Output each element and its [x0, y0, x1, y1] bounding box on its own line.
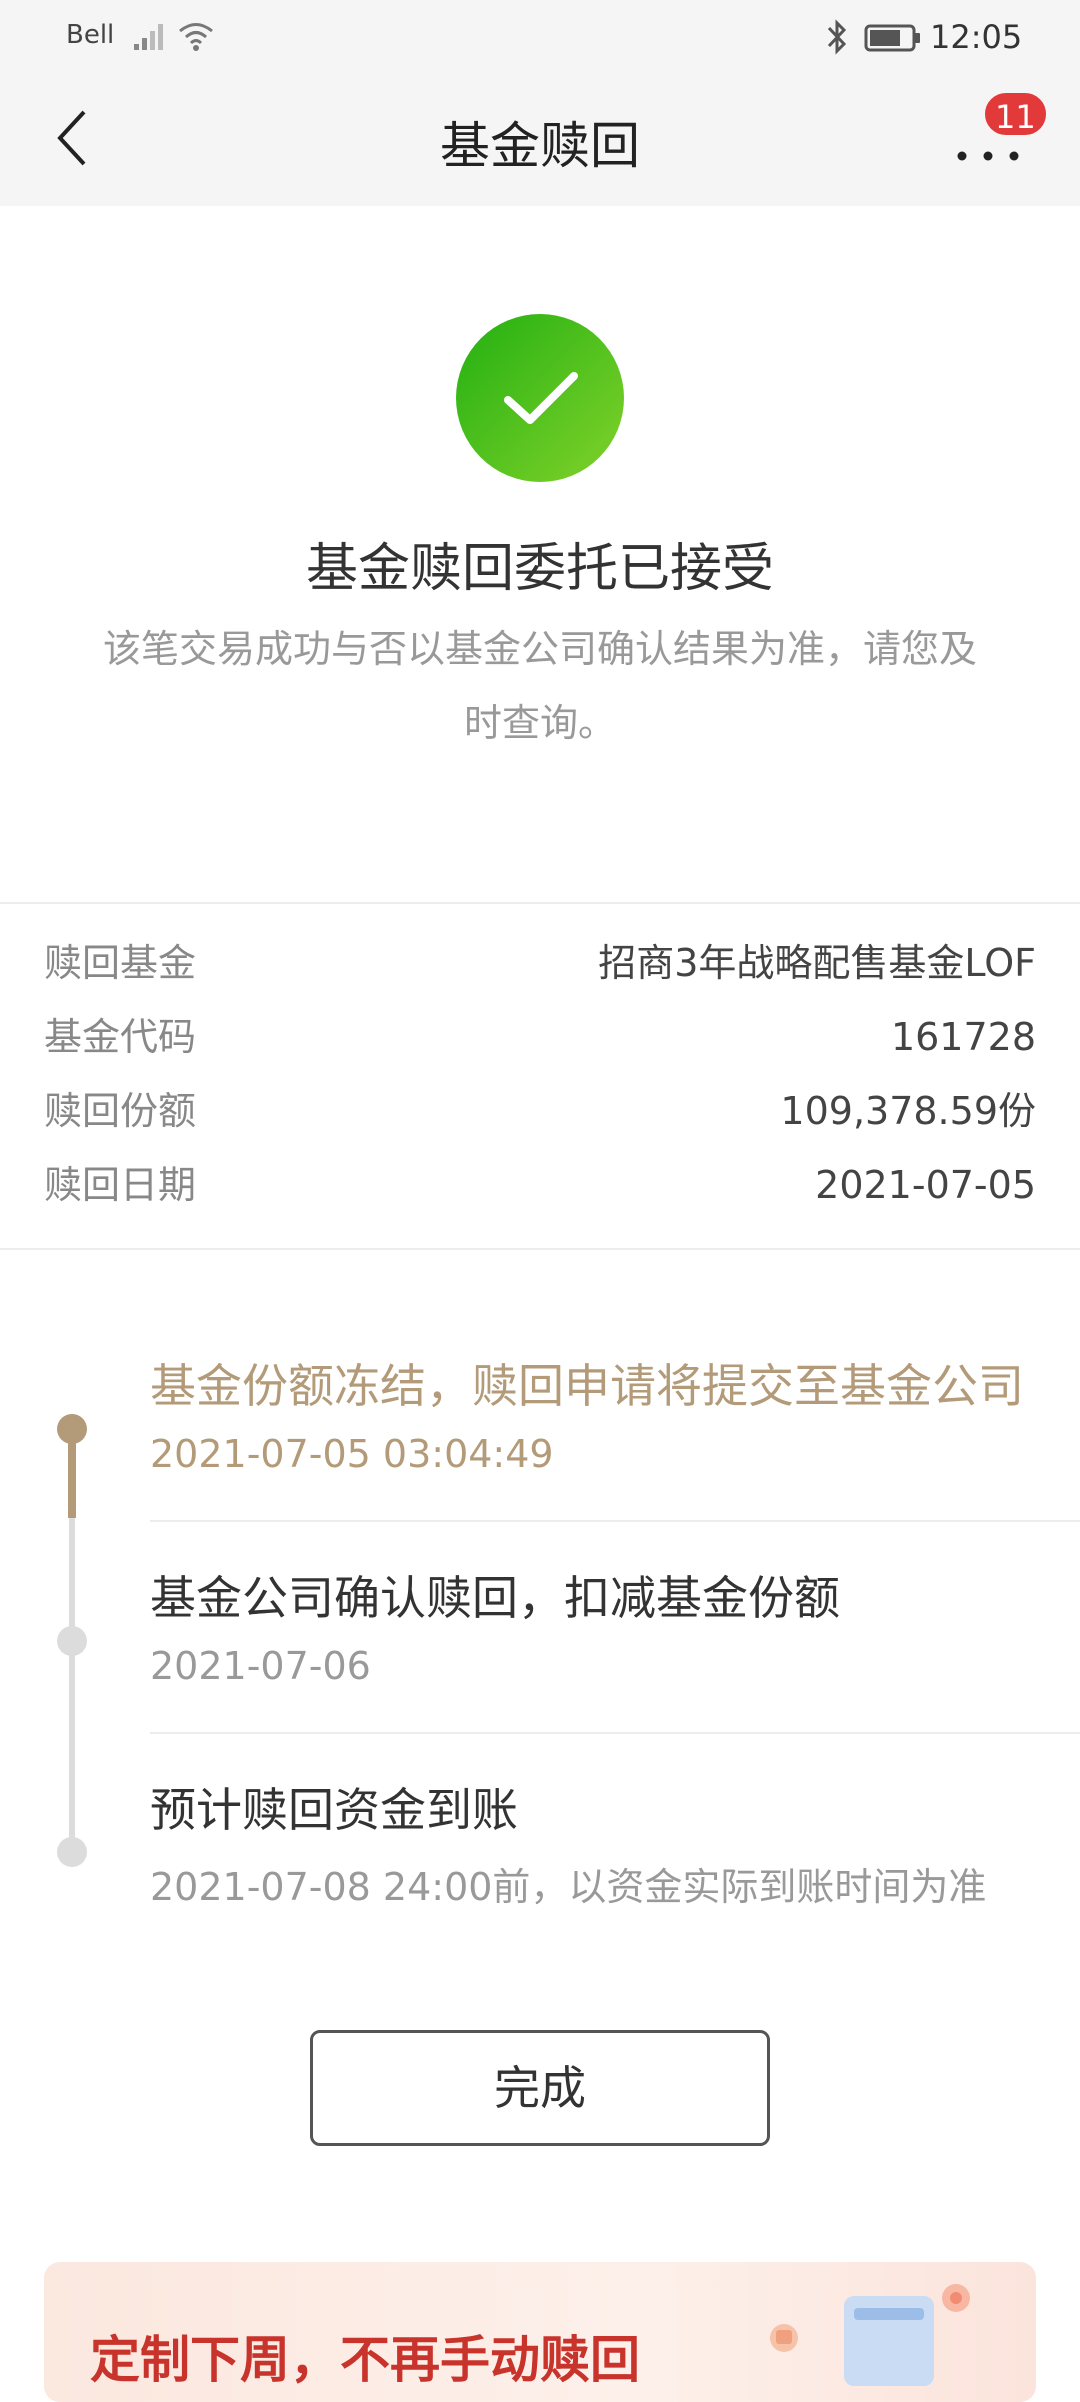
wifi-icon: [179, 23, 213, 51]
bluetooth-icon: [827, 19, 847, 55]
check-circle-icon: [456, 314, 624, 482]
divider: [0, 902, 1080, 904]
notification-badge: 11: [982, 90, 1049, 138]
timeline-dot-done: [57, 1414, 87, 1444]
detail-value: 2021-07-05: [815, 1163, 1036, 1207]
detail-value: 招商3年战略配售基金LOF: [598, 941, 1036, 985]
banner-illustration-icon: [770, 2284, 970, 2386]
result-title: 基金赎回委托已接受: [305, 539, 774, 599]
timeline-dot-pending: [57, 1837, 87, 1867]
detail-value: 109,378.59份: [780, 1089, 1036, 1133]
timeline-step-time: 2021-07-06: [150, 1644, 371, 1688]
timeline-separator: [150, 1732, 1080, 1734]
status-bar: Bell 12:05: [0, 0, 1080, 76]
top-bar: Bell 12:05 基金赎回: [0, 0, 1080, 206]
title-bar: 基金赎回: [0, 76, 1080, 206]
timeline-step-time: 2021-07-08 24:00前，以资金实际到账时间为准: [150, 1865, 987, 1909]
divider: [0, 1248, 1080, 1250]
timeline-step-time: 2021-07-05 03:04:49: [150, 1432, 554, 1476]
timeline-separator: [150, 1520, 1080, 1522]
detail-row-code: 基金代码 161728: [44, 1000, 1036, 1074]
detail-label: 赎回日期: [44, 1163, 197, 1207]
result-description: 该笔交易成功与否以基金公司确认结果为准，请您及时查询。: [102, 627, 977, 745]
finish-button[interactable]: 完成: [310, 2030, 770, 2146]
page-title: 基金赎回: [440, 117, 640, 175]
banner-text: 定制下周，不再手动赎回: [90, 2331, 640, 2389]
detail-value: 161728: [890, 1015, 1036, 1059]
detail-label: 赎回份额: [44, 1089, 197, 1133]
timeline-step-title: 基金份额冻结，赎回申请将提交至基金公司: [150, 1359, 1024, 1413]
detail-label: 赎回基金: [44, 941, 197, 985]
timeline-step-title: 预计赎回资金到账: [150, 1783, 518, 1837]
detail-label: 基金代码: [44, 1015, 197, 1059]
battery-icon: [864, 24, 920, 52]
timeline-line: [69, 1518, 75, 1852]
timeline-dot-pending: [57, 1626, 87, 1656]
signal-icon: [134, 24, 163, 50]
timeline-step-title: 基金公司确认赎回，扣减基金份额: [150, 1571, 840, 1625]
detail-row-shares: 赎回份额 109,378.59份: [44, 1074, 1036, 1148]
detail-row-date: 赎回日期 2021-07-05: [44, 1148, 1036, 1222]
carrier-label: Bell: [66, 20, 115, 50]
clock: 12:05: [930, 18, 1023, 56]
detail-row-fund: 赎回基金 招商3年战略配售基金LOF: [44, 926, 1036, 1000]
promo-banner[interactable]: 定制下周，不再手动赎回: [44, 2262, 1036, 2402]
